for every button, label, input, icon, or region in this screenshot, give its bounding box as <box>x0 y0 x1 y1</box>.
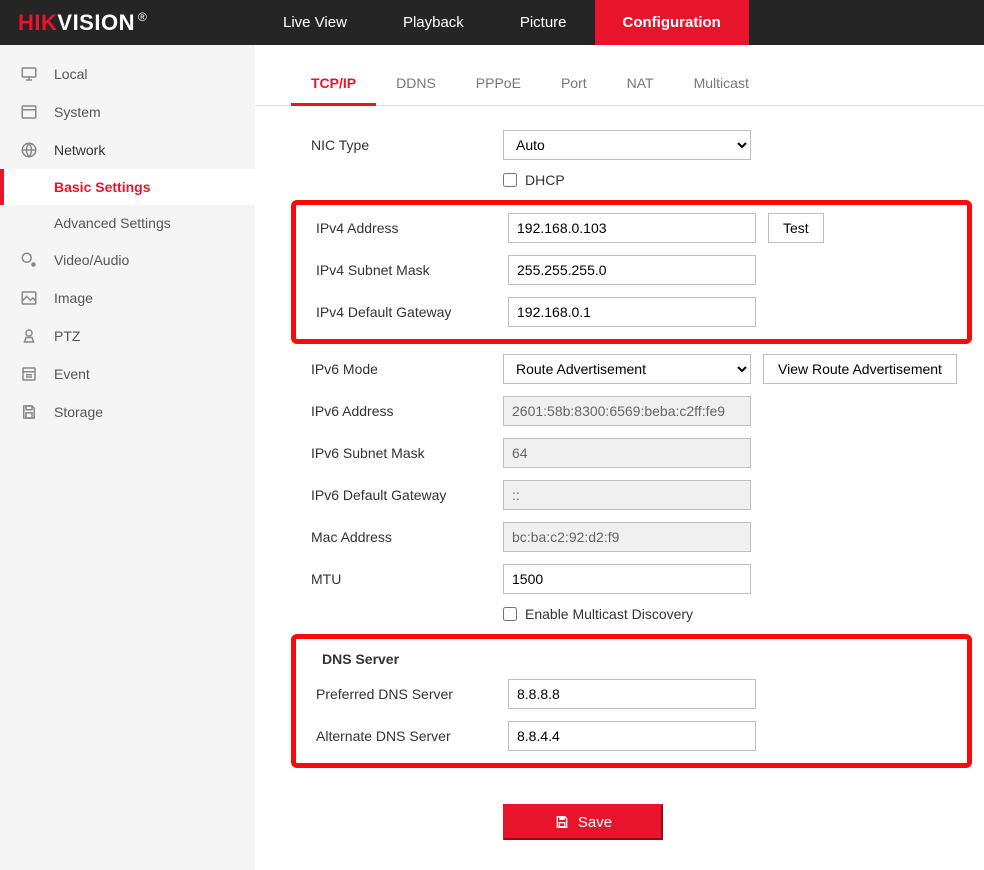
sidebar-item-event[interactable]: Event <box>0 355 255 393</box>
sidebar-label-advanced-settings: Advanced Settings <box>54 215 171 231</box>
save-icon <box>18 401 40 423</box>
preferred-dns-input[interactable] <box>508 679 756 709</box>
top-nav: Live View Playback Picture Configuration <box>255 0 984 45</box>
ipv4-address-input[interactable] <box>508 213 756 243</box>
monitor-icon <box>18 63 40 85</box>
test-button[interactable]: Test <box>768 213 824 243</box>
alternate-dns-label: Alternate DNS Server <box>316 728 508 744</box>
image-icon <box>18 287 40 309</box>
brand-logo: HIKVISION® <box>0 0 255 45</box>
ipv6-subnet-mask-label: IPv6 Subnet Mask <box>311 445 503 461</box>
sidebar-item-image[interactable]: Image <box>0 279 255 317</box>
ipv6-subnet-mask-input <box>503 438 751 468</box>
sidebar-sub-basic-settings[interactable]: Basic Settings <box>0 169 255 205</box>
sidebar-item-ptz[interactable]: PTZ <box>0 317 255 355</box>
top-bar: HIKVISION® Live View Playback Picture Co… <box>0 0 984 45</box>
sidebar-sub-advanced-settings[interactable]: Advanced Settings <box>0 205 255 241</box>
nav-playback[interactable]: Playback <box>375 0 492 45</box>
sidebar-label-local: Local <box>54 66 87 82</box>
sidebar-label-event: Event <box>54 366 90 382</box>
sidebar-label-basic-settings: Basic Settings <box>54 179 150 195</box>
alternate-dns-input[interactable] <box>508 721 756 751</box>
ipv4-highlight-group: IPv4 Address Test IPv4 Subnet Mask IPv4 … <box>291 200 972 344</box>
subtab-multicast[interactable]: Multicast <box>674 67 769 105</box>
system-icon <box>18 101 40 123</box>
ptz-icon <box>18 325 40 347</box>
subtab-pppoe[interactable]: PPPoE <box>456 67 541 105</box>
subtab-ddns[interactable]: DDNS <box>376 67 456 105</box>
subtab-port[interactable]: Port <box>541 67 607 105</box>
multicast-discovery-checkbox[interactable] <box>503 607 517 621</box>
brand-reg: ® <box>138 10 147 24</box>
nav-live-view[interactable]: Live View <box>255 0 375 45</box>
nav-picture[interactable]: Picture <box>492 0 595 45</box>
mac-address-input <box>503 522 751 552</box>
ipv4-gateway-label: IPv4 Default Gateway <box>316 304 508 320</box>
ipv6-address-label: IPv6 Address <box>311 403 503 419</box>
video-audio-icon <box>18 249 40 271</box>
ipv6-gateway-input <box>503 480 751 510</box>
subtab-nat[interactable]: NAT <box>607 67 674 105</box>
save-disk-icon <box>554 814 570 830</box>
multicast-discovery-label: Enable Multicast Discovery <box>525 606 693 622</box>
view-route-advert-button[interactable]: View Route Advertisement <box>763 354 957 384</box>
dhcp-checkbox[interactable] <box>503 173 517 187</box>
sidebar-item-local[interactable]: Local <box>0 55 255 93</box>
sidebar-label-system: System <box>54 104 101 120</box>
save-button-label: Save <box>578 814 612 831</box>
save-button[interactable]: Save <box>503 804 663 840</box>
preferred-dns-label: Preferred DNS Server <box>316 686 508 702</box>
ipv4-subnet-mask-label: IPv4 Subnet Mask <box>316 262 508 278</box>
brand-hik: HIK <box>18 10 57 36</box>
sidebar-label-video-audio: Video/Audio <box>54 252 129 268</box>
nic-type-select[interactable]: Auto <box>503 130 751 160</box>
sidebar-item-storage[interactable]: Storage <box>0 393 255 431</box>
mtu-label: MTU <box>311 571 503 587</box>
globe-icon <box>18 139 40 161</box>
nav-configuration[interactable]: Configuration <box>595 0 749 45</box>
mac-address-label: Mac Address <box>311 529 503 545</box>
sidebar-label-network: Network <box>54 142 105 158</box>
mtu-input[interactable] <box>503 564 751 594</box>
content-area: TCP/IP DDNS PPPoE Port NAT Multicast NIC… <box>255 45 984 870</box>
sidebar: Local System Network Basic Settings Adva… <box>0 45 255 870</box>
sidebar-item-network[interactable]: Network <box>0 131 255 169</box>
sidebar-label-image: Image <box>54 290 93 306</box>
dns-highlight-group: DNS Server Preferred DNS Server Alternat… <box>291 634 972 768</box>
ipv4-subnet-mask-input[interactable] <box>508 255 756 285</box>
sidebar-label-ptz: PTZ <box>54 328 80 344</box>
ipv4-address-label: IPv4 Address <box>316 220 508 236</box>
nic-type-label: NIC Type <box>311 137 503 153</box>
sidebar-label-storage: Storage <box>54 404 103 420</box>
ipv6-address-input <box>503 396 751 426</box>
ipv6-gateway-label: IPv6 Default Gateway <box>311 487 503 503</box>
subtabs: TCP/IP DDNS PPPoE Port NAT Multicast <box>255 45 984 106</box>
dns-section-title: DNS Server <box>296 647 967 679</box>
tcpip-form: NIC Type Auto DHCP IPv4 Address <box>255 106 984 840</box>
event-icon <box>18 363 40 385</box>
sidebar-item-system[interactable]: System <box>0 93 255 131</box>
dhcp-label: DHCP <box>525 172 565 188</box>
subtab-tcpip[interactable]: TCP/IP <box>291 67 376 106</box>
sidebar-item-video-audio[interactable]: Video/Audio <box>0 241 255 279</box>
ipv4-gateway-input[interactable] <box>508 297 756 327</box>
brand-vision: VISION <box>57 10 135 36</box>
ipv6-mode-select[interactable]: Route Advertisement <box>503 354 751 384</box>
ipv6-mode-label: IPv6 Mode <box>311 361 503 377</box>
